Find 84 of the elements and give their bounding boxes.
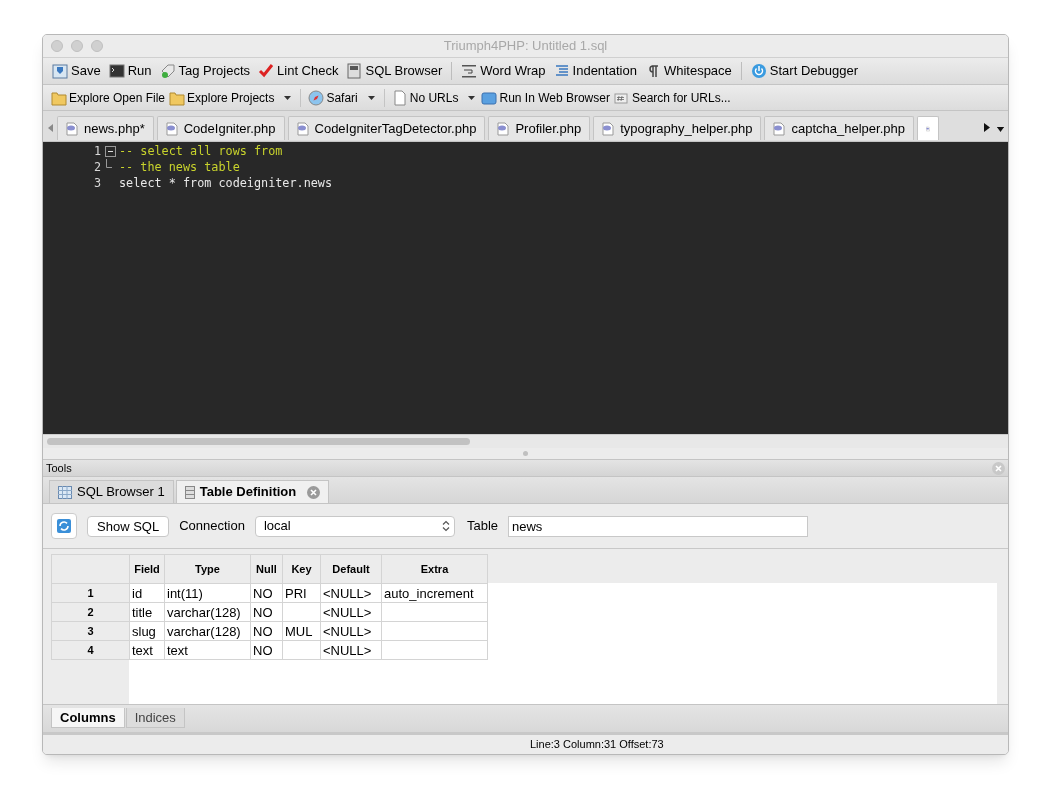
fold-end-icon [106,159,112,168]
document-icon [391,89,408,106]
zoom-button[interactable] [91,40,103,52]
column-header[interactable]: Default [320,554,382,584]
browser-icon [481,89,498,106]
toolbar-button[interactable]: Whitespace [643,60,733,82]
toolbar-button[interactable]: Tag Projects [158,60,252,82]
panel-title: Tools [46,460,72,476]
table-name-field[interactable]: news [508,515,808,537]
code-comment: -- the news table [119,159,240,175]
file-tab[interactable] [916,116,939,140]
file-tab[interactable]: captcha_helper.php [764,116,914,140]
scroll-left-icon[interactable] [47,124,53,132]
folder-icon [51,89,67,106]
code-line: select * from codeigniter.news [119,175,333,191]
line-number: 3 [92,175,101,191]
folder-icon [169,89,186,106]
checkmark-icon [258,63,275,79]
splitter-handle[interactable] [523,451,528,456]
compass-icon [308,89,325,106]
indentation-icon [553,63,570,79]
panel-tab[interactable]: Table Definition [175,480,330,503]
bottom-tab[interactable]: Indices [125,708,185,728]
connection-label: Connection [179,517,245,536]
caret-icon [367,95,375,100]
toolbar-button[interactable]: Safari [308,87,377,108]
panel-tab[interactable]: SQL Browser 1 [49,480,174,503]
minimize-button[interactable] [71,40,83,52]
php-file-icon [296,121,309,136]
word-wrap-icon [461,63,478,79]
column-header[interactable]: Field [129,554,165,584]
scroll-right-icon[interactable] [984,123,990,132]
file-tab[interactable]: Profiler.php [488,116,591,140]
table-label: Table [466,517,498,536]
file-tab[interactable]: CodeIgniterTagDetector.php [287,116,486,140]
php-file-icon [602,121,615,136]
line-number: 1 [92,143,101,159]
fold-icon [104,145,116,157]
column-header[interactable]: Extra [381,554,488,584]
toolbar-button[interactable]: Explore Open File [51,87,166,108]
column-header[interactable]: Null [250,554,283,584]
column-header[interactable]: Key [282,554,321,584]
toolbar-button[interactable]: Start Debugger [749,60,859,82]
show-sql-button[interactable]: Show SQL [87,515,170,537]
file-tab[interactable]: news.php* [57,116,154,140]
horizontal-scrollbar[interactable] [47,438,470,445]
file-tab[interactable]: typography_helper.php [593,116,762,140]
close-icon[interactable] [307,485,321,499]
updown-icon [441,520,450,532]
toolbar-button[interactable]: No URLs [391,87,478,108]
grid-icon [58,485,72,499]
code-comment: -- select all rows from [119,143,283,159]
database-icon [184,485,195,499]
php-file-icon [773,121,786,136]
bottom-tab[interactable]: Columns [51,708,125,728]
caret-icon [468,95,476,100]
toolbar-button[interactable]: Lint Check [257,60,340,82]
status-text: Line:3 Column:31 Offset:73 [530,737,664,753]
toolbar-button[interactable]: Indentation [552,60,638,82]
power-icon [750,63,767,79]
toolbar-button[interactable]: Save [51,60,102,82]
tag-icon [159,63,176,79]
toolbar-button[interactable]: Run In Web Browser [481,87,610,108]
close-icon[interactable] [992,461,1005,475]
refresh-button[interactable] [51,513,77,539]
connection-select[interactable]: local [254,515,455,537]
column-header[interactable]: Type [164,554,251,584]
caret-icon [284,95,292,100]
toolbar-button[interactable]: Word Wrap [460,60,547,82]
toolbar-button[interactable]: SQL Browser [345,60,444,82]
toolbar-button[interactable]: Run [107,60,153,82]
line-number: 2 [92,159,101,175]
php-file-icon [497,121,510,136]
terminal-icon [108,63,125,79]
tab-list-icon[interactable] [997,127,1004,132]
window-title: Triumph4PHP: Untitled 1.sql [443,37,608,56]
file-tab[interactable]: CodeIgniter.php [156,116,285,140]
refresh-icon [56,518,72,534]
toolbar-button[interactable]: Explore Projects [169,87,294,108]
php-file-icon [66,121,78,136]
php-file-icon [165,121,178,136]
toolbar-button[interactable]: Search for URLs... [613,87,731,108]
save-icon [52,63,68,79]
close-button[interactable] [51,40,63,52]
